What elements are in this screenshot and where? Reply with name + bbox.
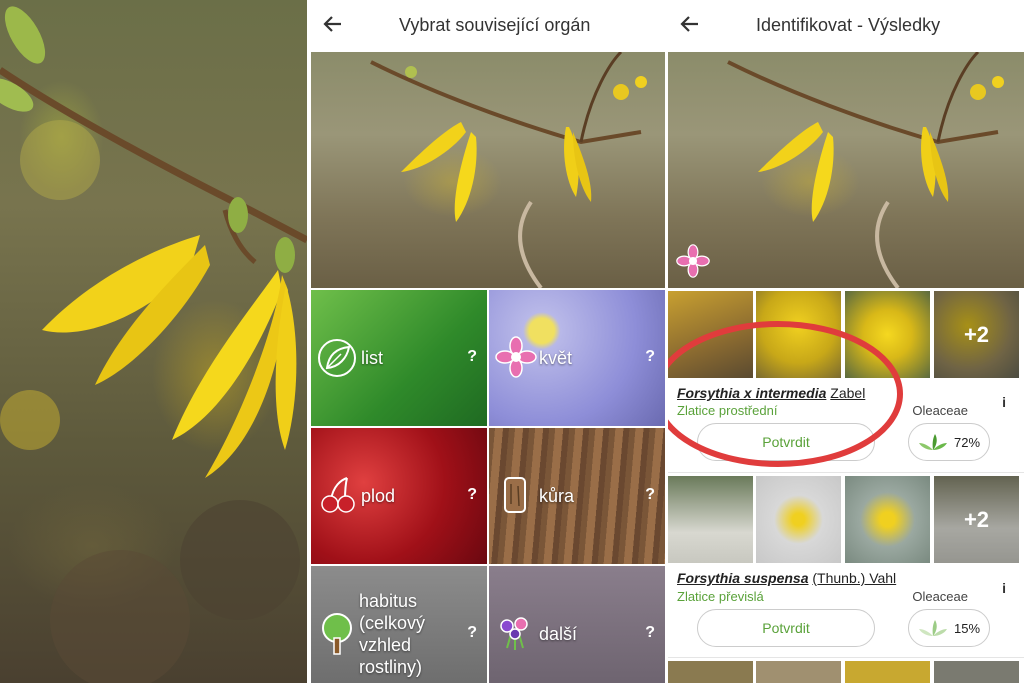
info-icon[interactable]: i	[1002, 580, 1006, 596]
flower-bunch-icon	[500, 617, 528, 650]
organ-tile-flower[interactable]: květ ?	[489, 290, 665, 426]
organ-tile-bark[interactable]: kůra ?	[489, 428, 665, 564]
result-thumbnail[interactable]	[934, 661, 1019, 683]
organ-tile-other[interactable]: další ?	[489, 566, 665, 683]
organ-flower-badge-icon	[676, 244, 710, 278]
help-icon[interactable]: ?	[467, 486, 477, 504]
annotation-circle	[668, 321, 903, 467]
score-value: 72%	[953, 434, 981, 450]
result-thumbnail-more[interactable]: +2	[934, 476, 1019, 563]
organ-tile-leaf[interactable]: list ?	[311, 290, 487, 426]
page-title: Identifikovat - Výsledky	[756, 15, 941, 35]
result-thumbnail[interactable]	[668, 661, 753, 683]
help-icon[interactable]: ?	[467, 348, 477, 366]
cherry-icon	[321, 477, 355, 513]
species-author[interactable]: (Thunb.) Vahl	[812, 570, 896, 586]
query-photo	[668, 52, 1024, 288]
help-icon[interactable]: ?	[645, 348, 655, 366]
page-title: Vybrat související orgán	[399, 15, 591, 35]
organ-tile-habit[interactable]: habitus (celkový vzhled rostliny) ?	[311, 566, 487, 683]
top-bar: Vybrat související orgán	[311, 0, 665, 52]
help-icon[interactable]: ?	[645, 486, 655, 504]
species-name[interactable]: Forsythia suspensa	[677, 570, 809, 586]
back-arrow-icon[interactable]	[321, 12, 345, 36]
divider	[668, 657, 1024, 658]
result-thumbnail[interactable]	[756, 476, 841, 563]
result-thumbnail[interactable]	[845, 476, 930, 563]
organ-label: kůra	[539, 486, 575, 506]
tree-icon	[322, 613, 352, 655]
organ-label: habitus (celkový vzhled rostliny)	[359, 591, 426, 677]
organ-select-screen: Vybrat související orgán list ? květ ? p…	[311, 0, 665, 683]
result-thumbnail[interactable]	[668, 476, 753, 563]
info-icon[interactable]: i	[1002, 394, 1006, 410]
result-thumbnail-more[interactable]: +2	[934, 291, 1019, 378]
result-family: Oleaceae	[912, 589, 968, 604]
match-score: 15%	[908, 609, 990, 647]
organ-label: plod	[361, 486, 396, 506]
match-score: 72%	[908, 423, 990, 461]
leaf-icon	[318, 339, 356, 377]
result-family: Oleaceae	[912, 403, 968, 418]
back-arrow-icon[interactable]	[678, 12, 702, 36]
confirm-button[interactable]: Potvrdit	[697, 609, 875, 647]
organ-label: květ	[539, 348, 573, 368]
result-common-name: Zlatice převislá	[677, 589, 764, 604]
more-images-count: +2	[934, 291, 1019, 378]
bark-icon	[504, 477, 526, 513]
organ-tile-fruit[interactable]: plod ?	[311, 428, 487, 564]
top-bar: Identifikovat - Výsledky	[668, 0, 1024, 52]
leaves-score-icon	[918, 434, 947, 450]
results-screen: Identifikovat - Výsledky +2 Forsythia x …	[668, 0, 1024, 683]
result-thumbnail[interactable]	[756, 661, 841, 683]
source-photo	[0, 0, 307, 683]
more-images-count: +2	[934, 476, 1019, 563]
organ-label: list	[361, 348, 383, 368]
score-value: 15%	[953, 620, 981, 636]
uploaded-photo	[311, 52, 665, 288]
result-scientific-name[interactable]: Forsythia suspensa (Thunb.) Vahl	[677, 570, 896, 586]
help-icon[interactable]: ?	[467, 624, 477, 642]
forsythia-closeup-image	[0, 6, 307, 683]
flower-icon	[495, 336, 537, 378]
help-icon[interactable]: ?	[645, 624, 655, 642]
leaves-score-icon	[918, 620, 947, 636]
result-thumbnail[interactable]	[845, 661, 930, 683]
divider	[668, 472, 1024, 473]
organ-label: další	[539, 624, 578, 644]
